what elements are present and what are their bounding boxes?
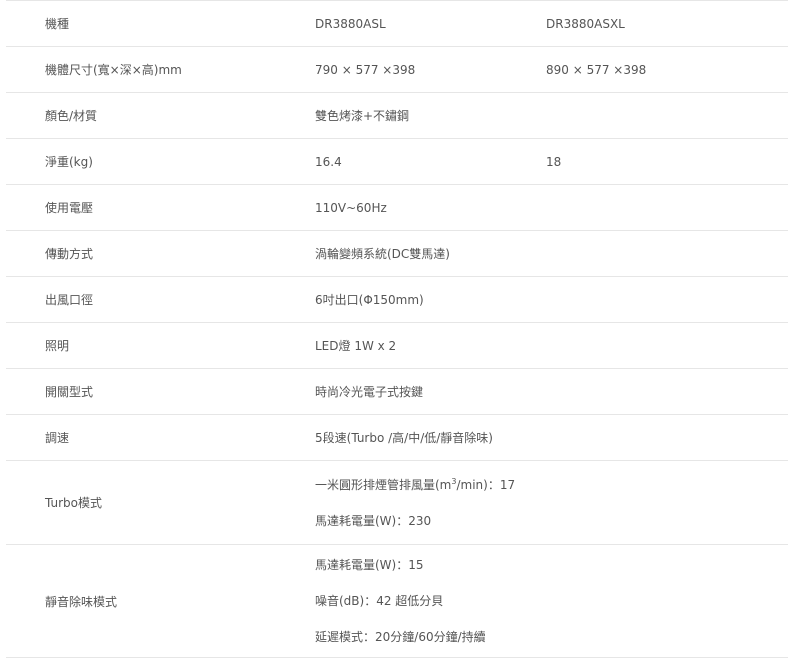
value-b: 890 × 577 ×398 xyxy=(546,62,647,77)
value-b xyxy=(546,415,788,460)
value-b xyxy=(546,93,788,138)
model-b: DR3880ASXL xyxy=(546,16,625,31)
spec-row-voltage: 使用電壓 110V~60Hz xyxy=(6,185,788,231)
row-label: 照明 xyxy=(45,339,70,353)
turbo-airflow: 一米圓形排煙管排風量(m3/min)：17 xyxy=(315,467,515,503)
turbo-b xyxy=(546,461,788,544)
value-a: 110V~60Hz xyxy=(315,200,387,215)
turbo-values: 一米圓形排煙管排風量(m3/min)：17 馬達耗電量(W)：230 xyxy=(315,461,546,544)
value-a: 時尚冷光電子式按鍵 xyxy=(315,385,424,399)
turbo-power: 馬達耗電量(W)：230 xyxy=(315,513,432,528)
spec-row-dimensions: 機體尺寸(寬×深×高)mm 790 × 577 ×398 890 × 577 ×… xyxy=(6,47,788,93)
value-a: 5段速(Turbo /高/中/低/靜音除味) xyxy=(315,431,493,445)
spec-row-model: 機種 DR3880ASL DR3880ASXL xyxy=(6,1,788,47)
quiet-noise: 噪音(dB)：42 超低分貝 xyxy=(315,594,444,608)
row-label: 開關型式 xyxy=(45,385,94,399)
value-a: 6吋出口(Φ150mm) xyxy=(315,293,424,307)
value-b xyxy=(546,277,788,322)
value-b: 18 xyxy=(546,154,562,169)
spec-row-weight: 淨重(kg) 16.4 18 xyxy=(6,139,788,185)
spec-row-quiet-mode: 靜音除味模式 馬達耗電量(W)：15 噪音(dB)：42 超低分貝 延遲模式：2… xyxy=(6,545,788,658)
value-a: LED燈 1W x 2 xyxy=(315,339,397,353)
value-b xyxy=(546,323,788,368)
value-a: 790 × 577 ×398 xyxy=(315,62,416,77)
quiet-delay: 延遲模式：20分鐘/60分鐘/持續 xyxy=(315,630,486,644)
value-b xyxy=(546,185,788,230)
airflow-suffix: /min)：17 xyxy=(456,477,516,492)
spec-row-turbo: Turbo模式 一米圓形排煙管排風量(m3/min)：17 馬達耗電量(W)：2… xyxy=(6,461,788,545)
row-label: 使用電壓 xyxy=(45,201,94,215)
spec-row-switch: 開關型式 時尚冷光電子式按鍵 xyxy=(6,369,788,415)
spec-row-lighting: 照明 LED燈 1W x 2 xyxy=(6,323,788,369)
quiet-power: 馬達耗電量(W)：15 xyxy=(315,558,424,572)
row-label: 機種 xyxy=(45,17,70,31)
row-label: 調速 xyxy=(45,431,70,445)
model-a: DR3880ASL xyxy=(315,16,386,31)
spec-row-outlet: 出風口徑 6吋出口(Φ150mm) xyxy=(6,277,788,323)
row-label: Turbo模式 xyxy=(45,496,103,510)
value-b xyxy=(546,231,788,276)
value-a: 渦輪變頻系統(DC雙馬達) xyxy=(315,247,450,261)
spec-row-speed: 調速 5段速(Turbo /高/中/低/靜音除味) xyxy=(6,415,788,461)
quiet-values: 馬達耗電量(W)：15 噪音(dB)：42 超低分貝 延遲模式：20分鐘/60分… xyxy=(315,545,546,657)
spec-row-color-material: 顏色/材質 雙色烤漆+不鏽鋼 xyxy=(6,93,788,139)
row-label: 出風口徑 xyxy=(45,293,94,307)
quiet-b xyxy=(546,545,788,657)
airflow-prefix: 一米圓形排煙管排風量(m xyxy=(315,477,452,492)
value-a: 雙色烤漆+不鏽鋼 xyxy=(315,109,410,123)
value-b xyxy=(546,369,788,414)
row-label: 顏色/材質 xyxy=(45,109,98,123)
row-label: 靜音除味模式 xyxy=(45,594,118,609)
row-label: 傳動方式 xyxy=(45,247,94,261)
row-label: 機體尺寸(寬×深×高)mm xyxy=(45,63,182,77)
value-a: 16.4 xyxy=(315,154,342,169)
spec-table: 機種 DR3880ASL DR3880ASXL 機體尺寸(寬×深×高)mm 79… xyxy=(6,0,788,658)
row-label: 淨重(kg) xyxy=(45,155,93,169)
spec-row-drive: 傳動方式 渦輪變頻系統(DC雙馬達) xyxy=(6,231,788,277)
